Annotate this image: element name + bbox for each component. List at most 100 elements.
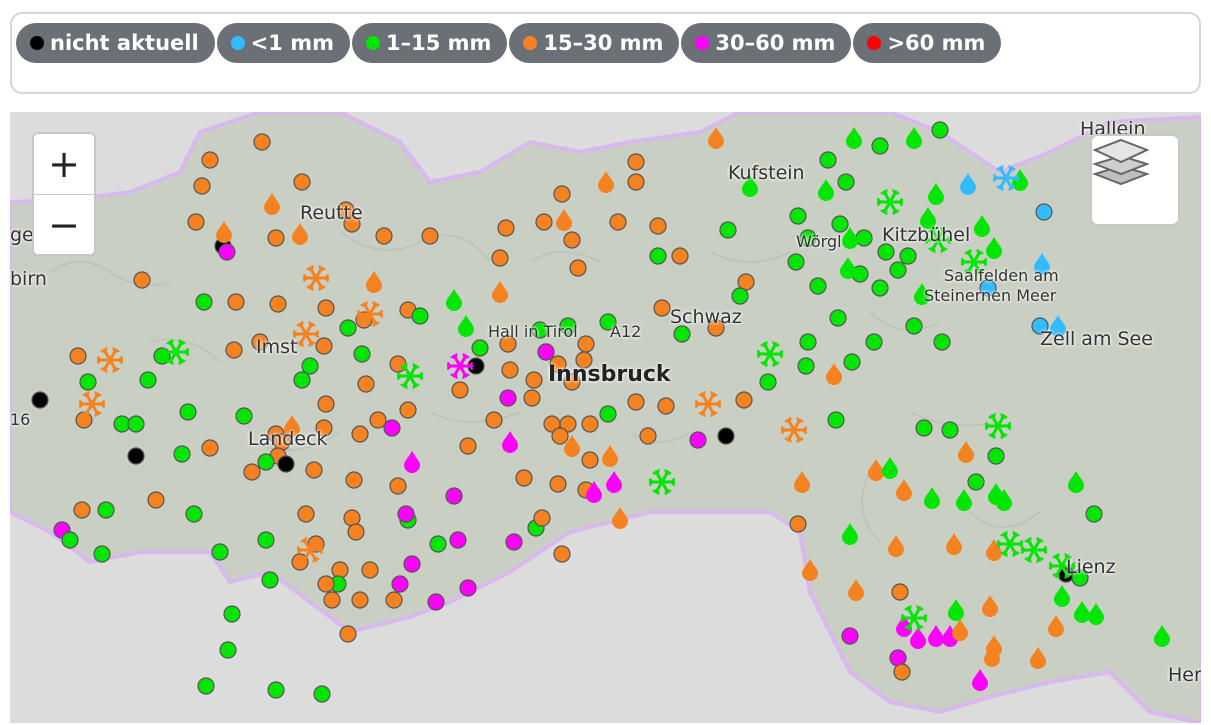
station-dot[interactable]	[865, 333, 883, 351]
station-dot[interactable]	[429, 535, 447, 553]
station-dot[interactable]	[339, 319, 357, 337]
station-dot[interactable]	[787, 253, 805, 271]
station-dot[interactable]	[389, 477, 407, 495]
station-dot[interactable]	[353, 345, 371, 363]
map-view[interactable]: Hallein Kufstein Reutte Wörgl Kitzbühel …	[10, 112, 1201, 723]
station-dot[interactable]	[427, 593, 445, 611]
station-dot[interactable]	[193, 177, 211, 195]
station-dot[interactable]	[345, 471, 363, 489]
station-dot[interactable]	[389, 355, 407, 373]
legend-pill-not-current[interactable]: nicht aktuell	[16, 23, 215, 63]
station-dot[interactable]	[577, 335, 595, 353]
station-dot[interactable]	[277, 455, 295, 473]
station-dot[interactable]	[827, 411, 845, 429]
station-dot[interactable]	[871, 279, 889, 297]
station-dot[interactable]	[533, 509, 551, 527]
station-dot[interactable]	[563, 231, 581, 249]
station-dot[interactable]	[967, 473, 985, 491]
station-dot[interactable]	[317, 395, 335, 413]
station-dot[interactable]	[339, 625, 357, 643]
station-dot[interactable]	[293, 371, 311, 389]
station-dot[interactable]	[225, 341, 243, 359]
station-dot[interactable]	[877, 243, 895, 261]
legend-pill-under-1mm[interactable]: <1 mm	[216, 23, 350, 63]
station-dot[interactable]	[789, 515, 807, 533]
station-dot[interactable]	[375, 227, 393, 245]
station-dot[interactable]	[491, 249, 509, 267]
legend-pill-15-30mm[interactable]: 15–30 mm	[509, 23, 680, 63]
station-dot[interactable]	[789, 207, 807, 225]
station-dot[interactable]	[581, 451, 599, 469]
station-dot[interactable]	[201, 439, 219, 457]
station-dot[interactable]	[391, 575, 409, 593]
station-dot[interactable]	[445, 487, 463, 505]
station-dot[interactable]	[235, 407, 253, 425]
station-dot[interactable]	[505, 533, 523, 551]
station-dot[interactable]	[257, 453, 275, 471]
station-dot[interactable]	[269, 295, 287, 313]
station-dot[interactable]	[689, 431, 707, 449]
station-dot[interactable]	[497, 219, 515, 237]
station-dot[interactable]	[223, 605, 241, 623]
station-dot[interactable]	[841, 627, 859, 645]
station-dot[interactable]	[351, 425, 369, 443]
zoom-out-button[interactable]: −	[34, 195, 94, 255]
station-dot[interactable]	[843, 353, 861, 371]
station-dot[interactable]	[671, 247, 689, 265]
legend-pill-over-60mm[interactable]: >60 mm	[853, 23, 1002, 63]
station-dot[interactable]	[627, 173, 645, 191]
station-dot[interactable]	[127, 415, 145, 433]
station-dot[interactable]	[553, 185, 571, 203]
station-dot[interactable]	[351, 591, 369, 609]
station-dot[interactable]	[257, 531, 275, 549]
station-dot[interactable]	[227, 293, 245, 311]
station-dot[interactable]	[905, 317, 923, 335]
station-dot[interactable]	[399, 401, 417, 419]
station-dot[interactable]	[397, 505, 415, 523]
legend-pill-1-15mm[interactable]: 1–15 mm	[351, 23, 508, 63]
station-dot[interactable]	[133, 271, 151, 289]
station-dot[interactable]	[515, 469, 533, 487]
station-dot[interactable]	[317, 299, 335, 317]
station-dot[interactable]	[75, 411, 93, 429]
station-dot[interactable]	[411, 307, 429, 325]
station-dot[interactable]	[1085, 505, 1103, 523]
station-dot[interactable]	[449, 531, 467, 549]
station-dot[interactable]	[831, 215, 849, 233]
layers-button[interactable]	[1090, 134, 1180, 226]
station-dot[interactable]	[79, 373, 97, 391]
station-dot[interactable]	[855, 229, 873, 247]
station-dot[interactable]	[31, 391, 49, 409]
station-dot[interactable]	[317, 575, 335, 593]
station-dot[interactable]	[499, 389, 517, 407]
station-dot[interactable]	[553, 545, 571, 563]
station-dot[interactable]	[93, 545, 111, 563]
station-dot[interactable]	[267, 229, 285, 247]
station-dot[interactable]	[127, 447, 145, 465]
station-dot[interactable]	[301, 357, 319, 375]
station-dot[interactable]	[941, 421, 959, 439]
station-dot[interactable]	[551, 427, 569, 445]
station-dot[interactable]	[179, 403, 197, 421]
station-dot[interactable]	[211, 543, 229, 561]
station-dot[interactable]	[219, 641, 237, 659]
station-dot[interactable]	[657, 397, 675, 415]
station-dot[interactable]	[537, 343, 555, 361]
station-dot[interactable]	[649, 247, 667, 265]
station-dot[interactable]	[253, 133, 271, 151]
station-dot[interactable]	[97, 501, 115, 519]
station-dot[interactable]	[809, 277, 827, 295]
station-dot[interactable]	[403, 555, 421, 573]
station-dot[interactable]	[305, 461, 323, 479]
station-dot[interactable]	[719, 221, 737, 239]
station-dot[interactable]	[69, 347, 87, 365]
station-dot[interactable]	[609, 213, 627, 231]
station-dot[interactable]	[735, 391, 753, 409]
station-dot[interactable]	[549, 475, 567, 493]
station-dot[interactable]	[797, 357, 815, 375]
station-dot[interactable]	[649, 217, 667, 235]
station-dot[interactable]	[293, 173, 311, 191]
station-dot[interactable]	[297, 505, 315, 523]
station-dot[interactable]	[421, 227, 439, 245]
station-dot[interactable]	[819, 151, 837, 169]
